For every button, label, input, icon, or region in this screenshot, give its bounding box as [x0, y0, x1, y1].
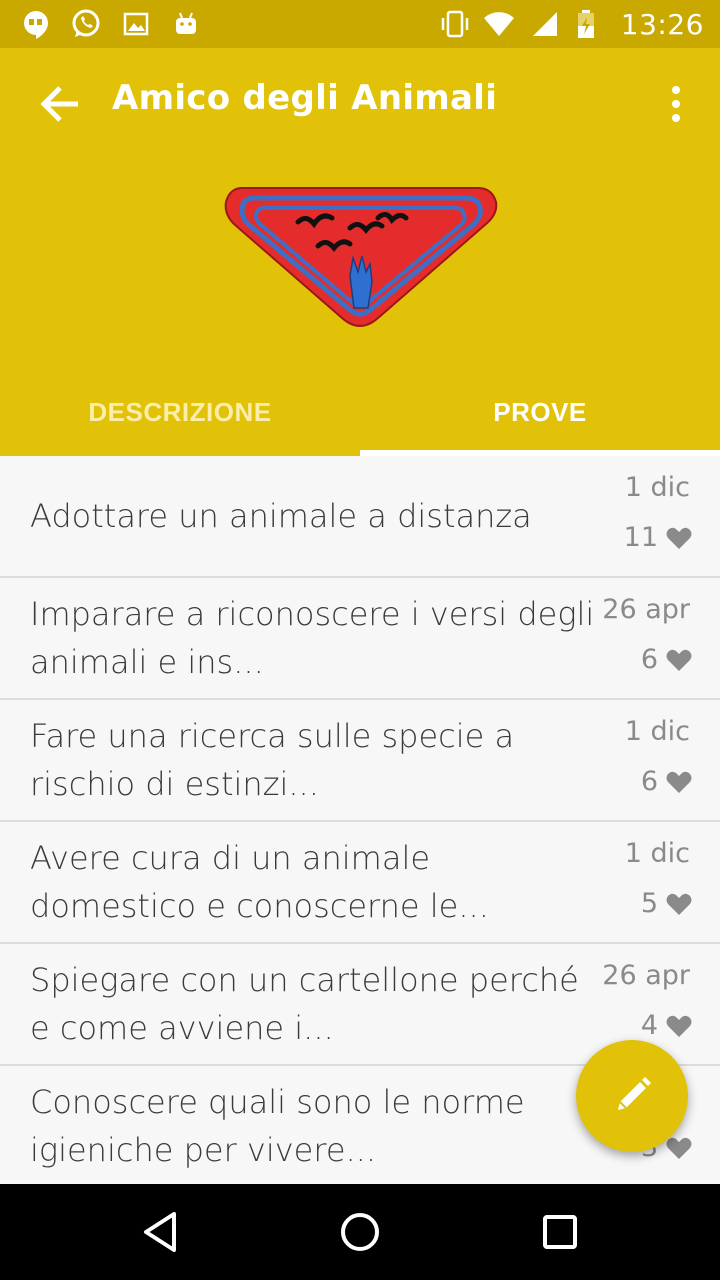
likes-count: 6 — [640, 766, 658, 797]
recents-square-icon — [543, 1215, 577, 1249]
list-item-likes: 5 — [641, 888, 692, 919]
app-screen: 13:26 Amico degli Animali DESCRIZIONE PR… — [0, 0, 720, 1280]
tab-prove[interactable]: PROVE — [360, 368, 720, 456]
wifi-icon — [483, 8, 515, 40]
edit-fab-button[interactable] — [576, 1040, 688, 1152]
list-item[interactable]: Avere cura di un animale domestico e con… — [0, 822, 720, 944]
navigation-bar — [0, 1184, 720, 1280]
list-item-title: Fare una ricerca sulle specie a rischio … — [30, 717, 515, 803]
badge-image — [224, 187, 498, 327]
likes-count: 11 — [623, 522, 658, 553]
arrow-back-icon — [40, 86, 78, 122]
page-title: Amico degli Animali — [112, 78, 498, 118]
list-item-likes: 6 — [641, 644, 692, 675]
likes-count: 5 — [640, 888, 658, 919]
list-item-date: 26 apr — [602, 594, 690, 625]
back-button[interactable] — [28, 72, 92, 136]
nav-back-button[interactable] — [128, 1200, 192, 1264]
list-item-likes: 6 — [641, 766, 692, 797]
heart-icon — [666, 649, 692, 671]
notification-icons — [20, 8, 202, 40]
tab-descrizione[interactable]: DESCRIZIONE — [0, 368, 360, 456]
list-item-date: 1 dic — [624, 716, 690, 747]
heart-icon — [666, 771, 692, 793]
status-bar: 13:26 — [0, 0, 720, 48]
list-item-title: Adottare un animale a distanza — [30, 497, 532, 535]
list-item-likes: 11 — [624, 522, 692, 553]
hangouts-icon — [20, 8, 52, 40]
list-item-title: Avere cura di un animale domestico e con… — [30, 839, 489, 925]
battery-icon — [575, 8, 607, 40]
list-item-title: Conoscere quali sono le norme igieniche … — [30, 1083, 525, 1169]
image-icon — [120, 8, 152, 40]
heart-icon — [666, 527, 692, 549]
overflow-menu-button[interactable] — [652, 72, 700, 136]
list-item[interactable]: Adottare un animale a distanza 1 dic 11 — [0, 456, 720, 578]
signal-icon — [529, 8, 561, 40]
list-item-date: 1 dic — [624, 838, 690, 869]
likes-count: 4 — [640, 1010, 658, 1041]
clock: 13:26 — [620, 7, 704, 41]
whatsapp-icon — [70, 8, 102, 40]
list-item-likes: 4 — [641, 1010, 692, 1041]
list-item-title: Spiegare con un cartellone perché e come… — [30, 961, 579, 1047]
android-icon — [170, 8, 202, 40]
vibrate-icon — [437, 8, 469, 40]
heart-icon — [666, 1137, 692, 1159]
list-item-date: 26 apr — [602, 960, 690, 991]
list-item-title: Imparare a riconoscere i versi degli ani… — [30, 595, 595, 681]
back-triangle-icon — [144, 1212, 176, 1252]
more-vert-icon — [672, 86, 680, 122]
system-icons: 13:26 — [437, 7, 704, 41]
nav-recents-button[interactable] — [528, 1200, 592, 1264]
home-circle-icon — [341, 1213, 379, 1251]
nav-home-button[interactable] — [328, 1200, 392, 1264]
list-item-date: 1 dic — [624, 472, 690, 503]
heart-icon — [666, 1015, 692, 1037]
tab-bar: DESCRIZIONE PROVE — [0, 368, 720, 456]
list-item[interactable]: Imparare a riconoscere i versi degli ani… — [0, 578, 720, 700]
edit-pencil-icon — [618, 1077, 651, 1110]
app-header: Amico degli Animali DESCRIZIONE PROVE — [0, 48, 720, 456]
heart-icon — [666, 893, 692, 915]
list-item[interactable]: Fare una ricerca sulle specie a rischio … — [0, 700, 720, 822]
likes-count: 6 — [640, 644, 658, 675]
